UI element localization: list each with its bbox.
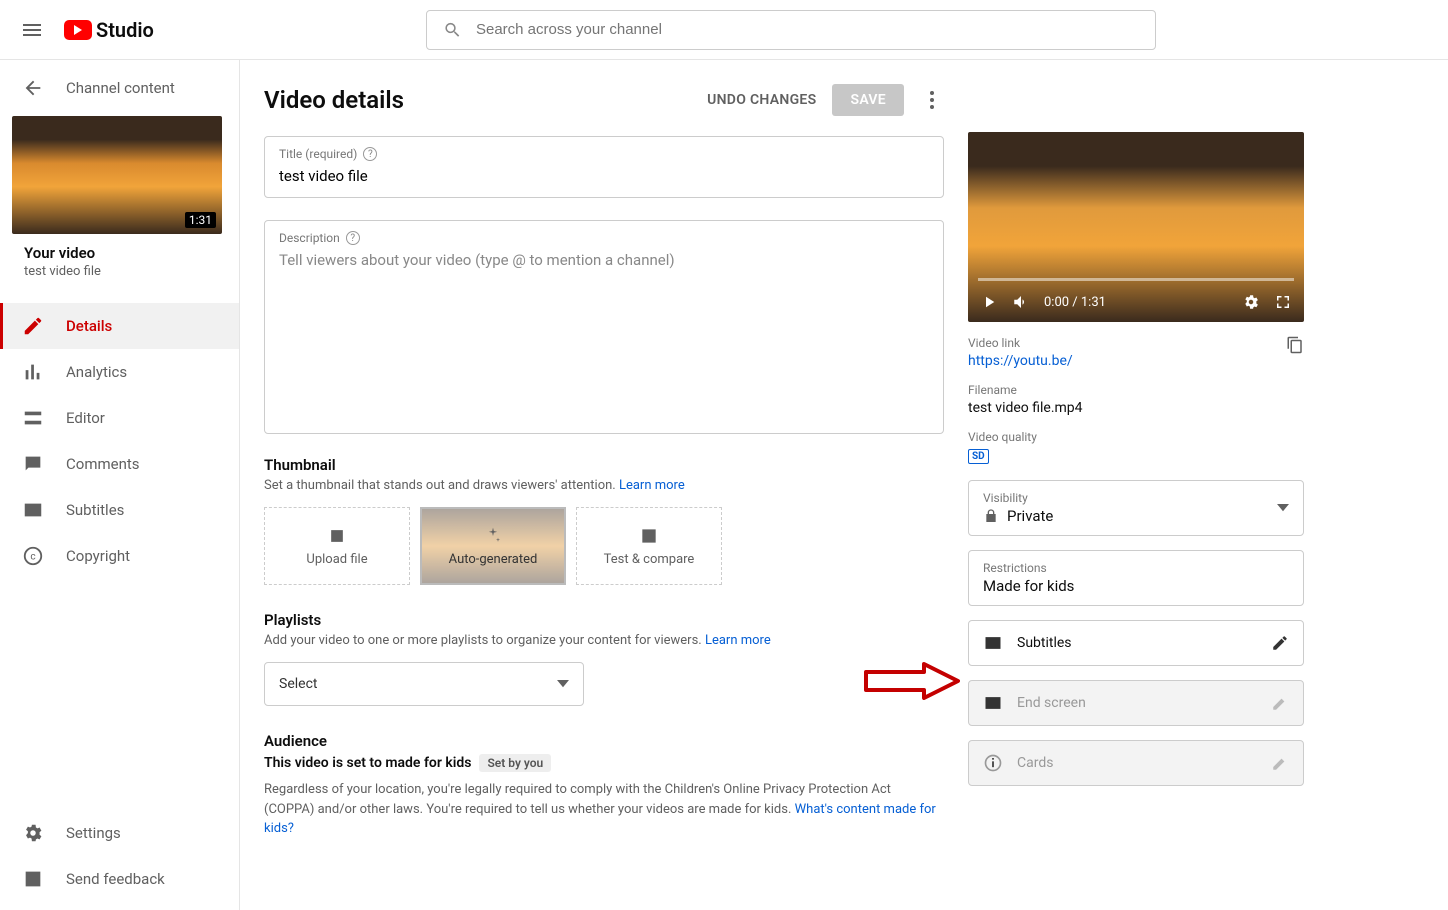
pencil-icon [1271,754,1289,772]
annotation-arrow [864,662,960,700]
pencil-icon [1271,694,1289,712]
back-to-channel-content[interactable]: Channel content [0,60,239,116]
description-placeholder: Tell viewers about your video (type @ to… [279,251,929,269]
pencil-icon[interactable] [1271,634,1289,652]
thumbnail-heading: Thumbnail [264,456,944,474]
studio-logo[interactable]: Studio [64,18,154,42]
sidebar-item-feedback[interactable]: Send feedback [0,856,239,902]
progress-bar[interactable] [978,278,1294,281]
subtitles-icon [983,633,1003,653]
video-thumbnail[interactable]: 1:31 [12,116,222,234]
copy-link-button[interactable] [1286,336,1304,358]
compare-icon [639,526,659,546]
fullscreen-icon[interactable] [1274,293,1292,311]
thumbnail-test-option[interactable]: Test & compare [576,507,722,585]
visibility-panel[interactable]: Visibility Private [968,480,1304,536]
lock-icon [983,508,999,524]
sidebar-item-details[interactable]: Details [0,303,239,349]
search-box[interactable] [426,10,1156,50]
video-link[interactable]: https://youtu.be/ [968,353,1073,369]
search-input[interactable] [476,21,1139,38]
more-options-button[interactable] [920,88,944,112]
sidebar-item-copyright[interactable]: c Copyright [0,533,239,579]
help-icon[interactable]: ? [346,231,360,245]
help-icon[interactable]: ? [363,147,377,161]
sparkle-icon [483,526,503,546]
copyright-icon: c [22,545,44,567]
save-button[interactable]: SAVE [832,84,904,116]
sidebar-item-subtitles[interactable]: Subtitles [0,487,239,533]
filename-value: test video file.mp4 [968,400,1304,416]
subtitles-row[interactable]: Subtitles [968,620,1304,666]
title-field[interactable]: Title (required)? [264,136,944,198]
sidebar-item-settings[interactable]: Settings [0,810,239,856]
audience-heading: Audience [264,732,944,750]
comments-icon [22,453,44,475]
undo-changes-button[interactable]: UNDO CHANGES [707,92,816,108]
info-icon [983,753,1003,773]
hamburger-menu-button[interactable] [20,18,44,42]
logo-text: Studio [96,18,154,42]
sidebar-item-analytics[interactable]: Analytics [0,349,239,395]
gear-icon [22,822,44,844]
svg-text:c: c [30,552,35,563]
settings-gear-icon[interactable] [1242,293,1260,311]
app-header: Studio [0,0,1448,60]
audience-status: This video is set to made for kids [264,755,471,771]
description-field[interactable]: Description? Tell viewers about your vid… [264,220,944,434]
thumbnail-learn-more-link[interactable]: Learn more [619,478,685,493]
volume-icon[interactable] [1012,293,1030,311]
thumbnail-auto-option[interactable]: Auto-generated [420,507,566,585]
arrow-left-icon [22,77,44,99]
your-video-title: test video file [24,264,227,279]
your-video-heading: Your video [24,244,227,262]
youtube-icon [64,20,92,40]
cards-row: Cards [968,740,1304,786]
end-screen-row: End screen [968,680,1304,726]
playlists-learn-more-link[interactable]: Learn more [705,633,771,648]
playlists-select[interactable]: Select [264,662,584,706]
play-icon[interactable] [980,293,998,311]
editor-icon [22,407,44,429]
pencil-icon [22,315,44,337]
title-input[interactable] [279,167,929,185]
restrictions-panel[interactable]: Restrictions Made for kids [968,550,1304,606]
analytics-icon [22,361,44,383]
subtitles-icon [22,499,44,521]
chevron-down-icon [1277,504,1289,511]
sd-badge: SD [968,449,989,464]
details-column: Video details UNDO CHANGES SAVE Title (r… [264,84,944,910]
set-by-you-chip: Set by you [479,754,551,772]
sidebar-item-editor[interactable]: Editor [0,395,239,441]
sidebar-item-comments[interactable]: Comments [0,441,239,487]
thumbnail-upload-option[interactable]: Upload file [264,507,410,585]
page-title: Video details [264,86,404,114]
playlists-heading: Playlists [264,611,944,629]
feedback-icon [22,868,44,890]
sidebar: Channel content 1:31 Your video test vid… [0,60,240,910]
end-screen-icon [983,693,1003,713]
right-column: 0:00 / 1:31 Video link https://youtu.be/… [968,84,1304,910]
image-upload-icon [327,526,347,546]
video-preview[interactable]: 0:00 / 1:31 [968,132,1304,322]
search-icon [443,20,462,40]
duration-badge: 1:31 [185,212,216,228]
playback-time: 0:00 / 1:31 [1044,295,1106,310]
chevron-down-icon [557,680,569,687]
